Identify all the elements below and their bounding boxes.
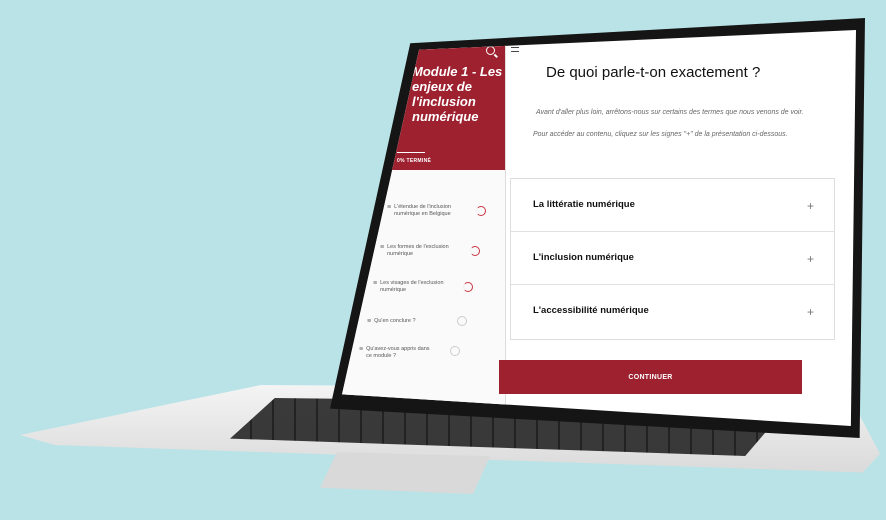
- lesson-label: Qu'avez-vous appris dans ce module ?: [366, 346, 430, 359]
- terms-accordion: La littératie numérique + L'inclusion nu…: [510, 178, 835, 340]
- laptop-screen: Module 1 - Les enjeux de l'inclusion num…: [342, 30, 856, 426]
- progress-ring-icon: [457, 316, 467, 326]
- progress-label: 0% TERMINÉ: [397, 158, 432, 164]
- laptop-trackpad: [320, 452, 490, 494]
- page-title: De quoi parle-t-on exactement ?: [546, 64, 761, 81]
- lesson-item[interactable]: ≡ Qu'en conclure ?: [367, 318, 442, 325]
- lesson-icon: ≡: [380, 244, 385, 251]
- progress-divider: [397, 152, 425, 153]
- lesson-icon: ≡: [373, 280, 378, 287]
- module-title: Module 1 - Les enjeux de l'inclusion num…: [412, 64, 503, 124]
- accordion-item[interactable]: L'accessibilité numérique +: [511, 285, 834, 337]
- accordion-item[interactable]: L'inclusion numérique +: [511, 232, 834, 285]
- progress-ring-icon: [476, 206, 486, 216]
- progress-ring-icon: [450, 346, 460, 356]
- lesson-item[interactable]: ≡ Les visages de l'exclusion numérique: [373, 280, 448, 294]
- plus-icon[interactable]: +: [807, 252, 814, 266]
- search-icon[interactable]: [486, 46, 495, 55]
- lesson-label: L'étendue de l'inclusion numérique en Be…: [394, 204, 451, 217]
- lesson-item[interactable]: ≡ L'étendue de l'inclusion numérique en …: [387, 204, 462, 218]
- progress-ring-icon: [470, 246, 480, 256]
- laptop-scene: Module 1 - Les enjeux de l'inclusion num…: [0, 0, 886, 520]
- progress-ring-icon: [463, 282, 473, 292]
- intro-text-line1: Avant d'aller plus loin, arrêtons-nous s…: [536, 109, 804, 116]
- lesson-label: Les formes de l'exclusion numérique: [387, 244, 449, 257]
- accordion-item-label: L'accessibilité numérique: [533, 305, 649, 316]
- accordion-item-label: L'inclusion numérique: [533, 252, 634, 263]
- lesson-icon: ≡: [359, 346, 364, 353]
- course-sidebar: Module 1 - Les enjeux de l'inclusion num…: [342, 30, 506, 426]
- lesson-icon: ≡: [387, 204, 392, 211]
- lesson-item[interactable]: ≡ Qu'avez-vous appris dans ce module ?: [359, 346, 434, 360]
- accordion-item[interactable]: La littératie numérique +: [511, 179, 834, 232]
- intro-text-line2: Pour accéder au contenu, cliquez sur les…: [533, 131, 788, 138]
- lesson-icon: ≡: [367, 318, 372, 325]
- lesson-label: Les visages de l'exclusion numérique: [380, 280, 444, 293]
- plus-icon[interactable]: +: [807, 199, 814, 213]
- lesson-item[interactable]: ≡ Les formes de l'exclusion numérique: [380, 244, 455, 258]
- module-header: Module 1 - Les enjeux de l'inclusion num…: [342, 30, 505, 170]
- lesson-label: Qu'en conclure ?: [374, 318, 416, 324]
- continue-button[interactable]: CONTINUER: [499, 360, 802, 394]
- accordion-item-label: La littératie numérique: [533, 199, 635, 210]
- plus-icon[interactable]: +: [807, 305, 814, 319]
